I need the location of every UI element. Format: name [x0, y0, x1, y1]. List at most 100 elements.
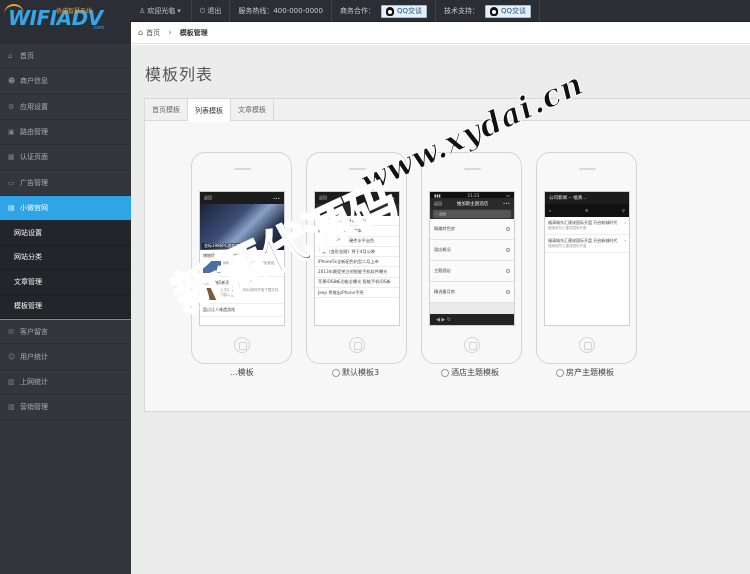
logout-label: 退出	[207, 7, 222, 15]
chart-icon: ▥	[8, 377, 15, 386]
sidebar-item-ads[interactable]: ▭ 广告管理	[0, 170, 131, 196]
sidebar-item-micro-site[interactable]: ▤ 小微官网	[0, 195, 138, 222]
sidebar-item-messages[interactable]: ✉ 客户留言	[0, 319, 131, 345]
hotel-menu-label: 主题酒店	[434, 268, 451, 273]
hotel-menu-row: 精选蜜月房	[430, 282, 514, 303]
brand-logo[interactable]: WIFIADV 协成智慧无线 .com	[0, 0, 131, 44]
welcome-menu[interactable]: ♙ 欢迎光临 ▾	[131, 0, 192, 22]
sidebar-item-label: 上网统计	[20, 377, 48, 386]
sidebar-item-home[interactable]: ⌂ 首页	[0, 44, 131, 70]
sidebar: ⌂ 首页 ☻ 商户信息 ⚙ 应用设置 ▣ 路由管理 ▦ 认证页面 ▭ 广告管理 ▤ 小微官网 …	[0, 44, 138, 574]
gear-icon: ⚙	[8, 102, 15, 111]
arrow-circle-icon	[506, 290, 510, 294]
location-icon: ⚲	[622, 208, 625, 213]
template-option-1[interactable]: ...模板	[230, 367, 254, 378]
hotel-menu-row: 酒店概况	[430, 240, 514, 261]
news-item: 福清城东汇建成国际开盘 开启新城时代 福清城东汇建成国际开盘 ›	[545, 235, 629, 253]
qq-chat-label: QQ交谈	[500, 7, 526, 15]
news-excerpt: 福清城东汇建成国际开盘	[548, 226, 587, 230]
users-icon: ☻	[8, 77, 16, 86]
sidebar-item-label: 商户信息	[20, 77, 48, 86]
hotel-menu-label: 酒店概况	[434, 247, 451, 252]
phone-title: 维加斯主题酒店	[456, 201, 489, 207]
template-radio[interactable]	[332, 368, 340, 377]
logout-link[interactable]: ⏻ 退出	[192, 0, 231, 22]
router-icon: ▣	[8, 128, 15, 137]
template-option-2[interactable]: 默认模板3	[332, 367, 379, 378]
sidebar-item-label: 路由管理	[20, 128, 48, 137]
phone-title-bar: 公司新闻 -- 福清...	[545, 192, 629, 204]
phone-title: 公司新闻 -- 福清...	[549, 196, 587, 201]
search-icon: ⌕	[549, 208, 552, 213]
sidebar-item-merchant[interactable]: ☻ 商户信息	[0, 69, 131, 95]
cooperation-contact: 商务合作： QQ交谈	[332, 0, 436, 22]
sidebar-subitem-site-settings[interactable]: 网站设置	[0, 221, 131, 246]
template-preview-phone-4[interactable]: 公司新闻 -- 福清... ⌕ ✆ ⚲ 福清城东汇建成国际开盘 开启新城时代 福清城东…	[536, 152, 637, 364]
template-preview-phone-3[interactable]: ▮▮▮ 11:23 ▭ 返回 维加斯主题酒店 ••• ⌕ 返回 情趣特色房 酒店概况 主…	[421, 152, 522, 364]
sidebar-item-app-settings[interactable]: ⚙ 应用设置	[0, 95, 131, 120]
sidebar-subitem-articles[interactable]: 文章管理	[0, 270, 131, 295]
sidebar-item-auth-page[interactable]: ▦ 认证页面	[0, 145, 131, 171]
support-label: 技术支持：	[443, 7, 479, 15]
template-option-4[interactable]: 房产主题模板	[556, 367, 614, 378]
template-label: ...模板	[230, 368, 254, 377]
phone-icon-bar: ⌕ ✆ ⚲	[545, 204, 629, 217]
phone-title-bar: 返回 维加斯主题酒店 •••	[430, 198, 514, 209]
chevron-down-icon: ▾	[177, 7, 181, 15]
phone-speaker	[464, 168, 481, 170]
sidebar-item-router[interactable]: ▣ 路由管理	[0, 120, 131, 146]
list-row: Jeep 将推出iPhone手壳	[315, 288, 399, 299]
battery-icon: ▭	[506, 192, 510, 198]
logo-domain-suffix: .com	[92, 25, 105, 31]
power-icon: ⏻	[199, 6, 206, 15]
more-icon: •••	[272, 195, 280, 201]
top-nav: ♙ 欢迎光临 ▾ ⏻ 退出 服务热线：400-000-0000 商务合作： QQ交谈 技…	[131, 0, 540, 22]
tab-article-template[interactable]: 文章模板	[231, 99, 274, 121]
news-item: 福清城东汇建成国际开盘 开启新城时代 福清城东汇建成国际开盘 ›	[545, 217, 629, 235]
sidebar-subitem-site-categories[interactable]: 网站分类	[0, 245, 131, 271]
template-option-3[interactable]: 酒店主题模板	[441, 367, 499, 378]
tab-home-template[interactable]: 首页模板	[145, 99, 188, 121]
breadcrumb: ⌂ 首页 › 模板管理	[131, 22, 750, 44]
sidebar-item-online-stats[interactable]: ▥ 上网统计	[0, 370, 131, 395]
support-contact: 技术支持： QQ交谈	[436, 0, 540, 22]
phone-home-button	[579, 337, 595, 353]
template-radio[interactable]	[441, 368, 449, 377]
sidebar-item-label: 客户留言	[20, 327, 48, 336]
ad-icon: ▭	[8, 178, 15, 187]
phone-screen: 公司新闻 -- 福清... ⌕ ✆ ⚲ 福清城东汇建成国际开盘 开启新城时代 福清城东…	[544, 191, 630, 326]
web-icon: ▤	[8, 203, 15, 212]
phone-home-button	[234, 337, 250, 353]
qq-chat-button-support[interactable]: QQ交谈	[484, 4, 531, 18]
sidebar-subitem-templates[interactable]: 模板管理	[0, 294, 131, 320]
breadcrumb-home-link[interactable]: 首页	[146, 28, 160, 38]
hotel-menu-label: 精选蜜月房	[434, 289, 455, 294]
phone-home-button	[464, 337, 480, 353]
template-label: 默认模板3	[342, 368, 380, 377]
tab-list-template[interactable]: 列表模板	[188, 99, 231, 122]
marketing-icon: ▧	[8, 403, 15, 412]
back-label: 返回	[434, 200, 442, 206]
back-label: 返回	[204, 195, 212, 200]
qq-chat-button-business[interactable]: QQ交谈	[380, 4, 427, 18]
template-radio[interactable]	[556, 368, 564, 377]
arrow-circle-icon	[506, 248, 510, 252]
cooperation-label: 商务合作：	[339, 7, 375, 15]
sidebar-item-user-stats[interactable]: ☺ 用户统计	[0, 344, 131, 370]
arrow-circle-icon	[506, 269, 510, 273]
sidebar-item-label: 营销管理	[20, 403, 48, 412]
template-tabs: 首页模板 列表模板 文章模板	[145, 99, 750, 122]
arrow-circle-icon	[506, 227, 510, 231]
user-icon: ♙	[139, 7, 146, 15]
sidebar-item-label: 用户统计	[20, 352, 48, 361]
arrow-circle-icon: ›	[624, 220, 626, 225]
message-icon: ✉	[8, 327, 14, 336]
phone-speaker	[579, 168, 596, 170]
user-stats-icon: ☺	[8, 352, 16, 361]
grid-icon: ▦	[8, 153, 15, 162]
phone-home-button	[349, 337, 365, 353]
phone-speaker	[234, 168, 251, 170]
hotel-menu-row: 主题酒店	[430, 261, 514, 282]
sidebar-item-marketing[interactable]: ▧ 营销管理	[0, 395, 131, 421]
breadcrumb-current: 模板管理	[179, 28, 208, 37]
